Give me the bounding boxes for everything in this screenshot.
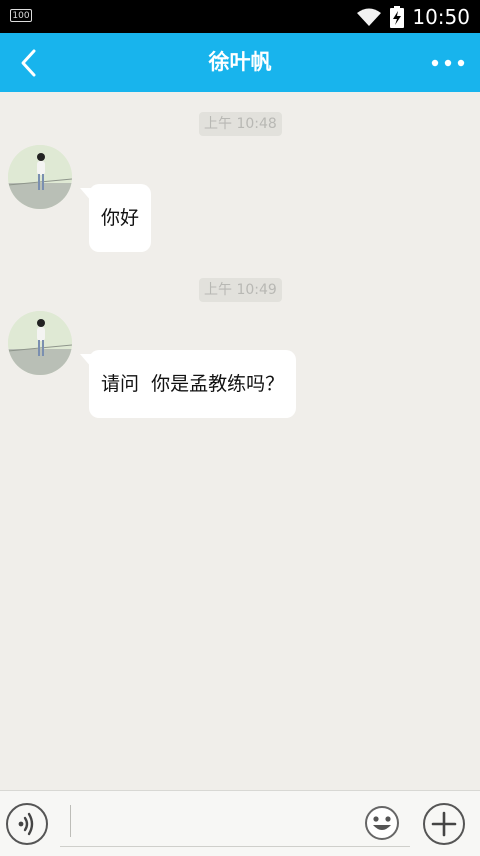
plus-icon [431,811,457,837]
message-timestamp: 上午 10:48 [199,112,282,136]
more-dots-icon [431,59,465,67]
page-title: 徐叶帆 [208,50,272,74]
voice-button[interactable] [6,803,48,845]
message-input[interactable] [60,799,410,847]
more-button[interactable] [430,49,466,77]
status-bar: 100 10:50 [0,0,480,33]
message-timestamp: 上午 10:49 [199,278,282,302]
chat-area[interactable]: 上午 10:48 你好 上午 10:49 请问 你是孟教练吗？ [0,92,480,790]
avatar-photo [8,145,72,209]
message-bubble[interactable]: 请问 你是孟教练吗？ [79,350,297,418]
wifi-icon [357,8,382,26]
status-time: 10:50 [412,4,470,29]
battery-charging-icon [390,5,405,28]
title-bar: 徐叶帆 [0,33,480,92]
status-right: 10:50 [356,0,470,33]
avatar[interactable] [8,311,72,375]
emoji-icon [365,806,399,840]
input-bar [0,790,480,856]
battery-level-indicator: 100 [10,9,32,22]
avatar-photo [8,311,72,375]
plus-button[interactable] [423,803,465,845]
message-bubble[interactable]: 你好 [79,184,152,252]
avatar[interactable] [8,145,72,209]
voice-icon [18,812,34,836]
emoji-button[interactable] [364,805,400,841]
